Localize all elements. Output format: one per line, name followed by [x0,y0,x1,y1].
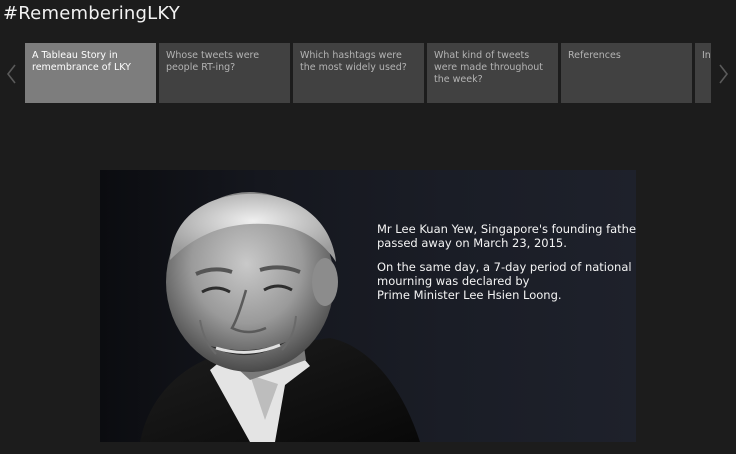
dashboard-caption: Mr Lee Kuan Yew, Singapore's founding fa… [377,222,636,312]
story-page: #RememberingLKY A Tableau Story in remem… [0,0,736,454]
chevron-left-icon [6,64,16,84]
caption-text: mourning was declared by [377,274,530,288]
story-point-2[interactable]: Whose tweets were people RT-ing? [159,43,290,103]
story-point-label: References [568,50,621,61]
story-point-label: Whose tweets were people RT-ing? [166,50,260,73]
story-point-3[interactable]: Which hashtags were the most widely used… [293,43,424,103]
story-point-4[interactable]: What kind of tweets were made throughout… [427,43,558,103]
story-point-label: Which hashtags were the most widely used… [300,50,407,73]
story-point-label: In Ye [702,50,711,61]
chevron-right-icon [719,64,729,84]
previous-story-point-button[interactable] [3,60,19,88]
story-point-label: A Tableau Story in remembrance of LKY [32,50,131,73]
story-point-5[interactable]: References [561,43,692,103]
story-point-label: What kind of tweets were made throughout… [434,50,544,85]
next-story-point-button[interactable] [716,60,732,88]
story-point-6[interactable]: In Ye [695,43,711,103]
caption-text: Prime Minister Lee Hsien Loong. [377,288,562,302]
story-dashboard: Mr Lee Kuan Yew, Singapore's founding fa… [100,170,636,442]
caption-text: passed away on March 23, 2015. [377,236,567,250]
story-title: #RememberingLKY [3,3,180,24]
story-point-1[interactable]: A Tableau Story in remembrance of LKY [25,43,156,103]
story-navigator: A Tableau Story in remembrance of LKY Wh… [25,43,711,103]
caption-paragraph-2: On the same day, a 7-day period of natio… [377,260,636,302]
caption-text: On the same day, a 7-day period of natio… [377,260,632,274]
caption-paragraph-1: Mr Lee Kuan Yew, Singapore's founding fa… [377,222,636,250]
caption-text: Mr Lee Kuan Yew, Singapore's founding fa… [377,222,636,236]
